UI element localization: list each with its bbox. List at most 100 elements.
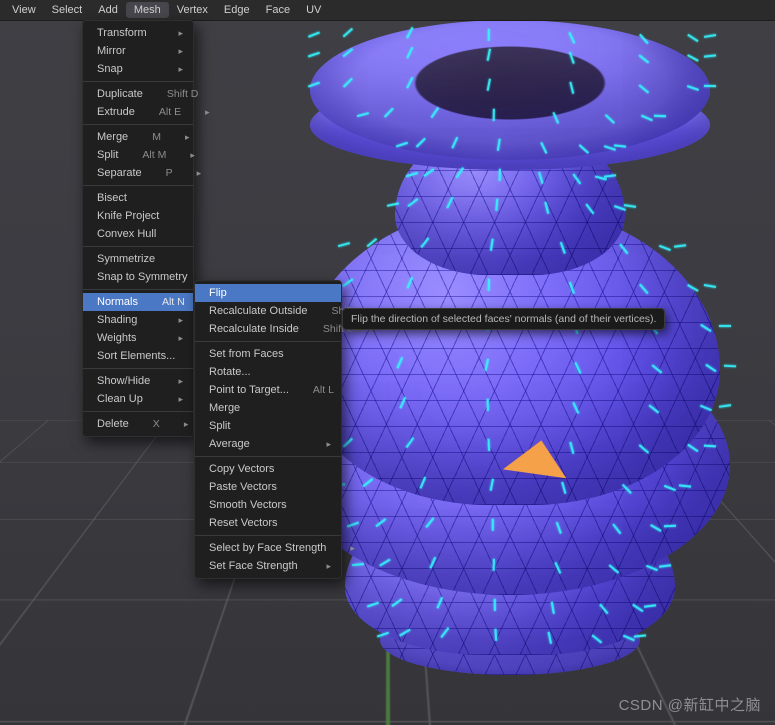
menu-item-face[interactable]: Face bbox=[258, 2, 298, 18]
normal-hair bbox=[701, 324, 712, 332]
normal-hair bbox=[431, 108, 439, 119]
menu-item-edge[interactable]: Edge bbox=[216, 2, 258, 18]
normals-menu-average[interactable]: Average▸ bbox=[195, 435, 341, 453]
menu-label: Knife Project bbox=[97, 210, 159, 222]
normals-menu-separator bbox=[195, 341, 341, 342]
mesh-menu-separate[interactable]: SeparateP▸ bbox=[83, 164, 193, 182]
mesh-menu-sort-elements[interactable]: Sort Elements...▸ bbox=[83, 347, 193, 365]
normal-hair bbox=[704, 284, 716, 288]
mesh-menu-knife-project[interactable]: Knife Project bbox=[83, 207, 193, 225]
menu-label: Smooth Vectors bbox=[209, 499, 287, 511]
menu-label: Paste Vectors bbox=[209, 481, 277, 493]
normals-menu-reset-vectors[interactable]: Reset Vectors bbox=[195, 514, 341, 532]
normals-menu-merge[interactable]: Merge bbox=[195, 399, 341, 417]
normal-hair bbox=[664, 485, 676, 491]
chevron-right-icon: ▸ bbox=[154, 394, 183, 405]
menu-item-vertex[interactable]: Vertex bbox=[169, 2, 216, 18]
mesh-menu-separator bbox=[83, 368, 193, 369]
mesh-menu-merge[interactable]: MergeM▸ bbox=[83, 128, 193, 146]
chevron-right-icon: ▸ bbox=[154, 46, 183, 57]
mesh-menu-separator bbox=[83, 411, 193, 412]
mesh-menu-symmetrize[interactable]: Symmetrize bbox=[83, 250, 193, 268]
normal-hair bbox=[674, 244, 686, 247]
normal-hair bbox=[491, 239, 494, 251]
menu-mesh: Transform▸Mirror▸Snap▸DuplicateShift DEx… bbox=[82, 20, 194, 437]
normal-hair bbox=[488, 29, 490, 41]
menu-item-add[interactable]: Add bbox=[90, 2, 126, 18]
normal-hair bbox=[579, 144, 589, 153]
normal-hair bbox=[573, 402, 580, 414]
normal-hair bbox=[654, 115, 666, 117]
menu-label: Extrude bbox=[97, 106, 135, 118]
mesh-menu-extrude[interactable]: ExtrudeAlt E▸ bbox=[83, 103, 193, 121]
menu-label: Bisect bbox=[97, 192, 127, 204]
normal-hair bbox=[541, 142, 548, 153]
menu-label: Flip bbox=[209, 287, 227, 299]
menu-label: Split bbox=[97, 149, 118, 161]
normals-menu-set-face-strength[interactable]: Set Face Strength▸ bbox=[195, 557, 341, 575]
mesh-menu-clean-up[interactable]: Clean Up▸ bbox=[83, 390, 193, 408]
normal-hair bbox=[639, 444, 649, 453]
normal-hair bbox=[704, 34, 716, 37]
mesh-menu-mirror[interactable]: Mirror▸ bbox=[83, 42, 193, 60]
normals-menu-select-by-face-strength[interactable]: Select by Face Strength▸ bbox=[195, 539, 341, 557]
submenu-normals: Flip Recalculate OutsideShift NRecalculat… bbox=[194, 280, 342, 579]
normal-hair bbox=[308, 52, 320, 57]
normals-menu-smooth-vectors[interactable]: Smooth Vectors bbox=[195, 496, 341, 514]
mesh-menu-separator bbox=[83, 289, 193, 290]
normals-menu-recalculate-outside[interactable]: Recalculate OutsideShift N bbox=[195, 302, 341, 320]
normal-hair bbox=[397, 357, 403, 369]
mesh-menu-separator bbox=[83, 185, 193, 186]
normal-hair bbox=[399, 397, 405, 409]
mesh-menu-split[interactable]: SplitAlt M▸ bbox=[83, 146, 193, 164]
normal-hair bbox=[569, 52, 574, 64]
normals-menu-split[interactable]: Split bbox=[195, 417, 341, 435]
mesh-menu-shading[interactable]: Shading▸ bbox=[83, 311, 193, 329]
mesh-menu-separator bbox=[83, 81, 193, 82]
normals-menu-copy-vectors[interactable]: Copy Vectors bbox=[195, 460, 341, 478]
normal-hair bbox=[497, 139, 500, 151]
menu-label: Rotate... bbox=[209, 366, 251, 378]
normal-hair bbox=[639, 54, 649, 63]
mesh-menu-snap[interactable]: Snap▸ bbox=[83, 60, 193, 78]
normal-hair bbox=[595, 176, 607, 181]
normal-hair bbox=[406, 28, 413, 39]
normals-menu-set-from-faces[interactable]: Set from Faces bbox=[195, 345, 341, 363]
chevron-right-icon: ▸ bbox=[154, 333, 183, 344]
normal-hair bbox=[407, 47, 414, 59]
mesh-menu-delete[interactable]: DeleteX▸ bbox=[83, 415, 193, 433]
tooltip-flip: Flip the direction of selected faces' no… bbox=[342, 308, 665, 330]
mesh-menu-convex-hull[interactable]: Convex Hull bbox=[83, 225, 193, 243]
normals-menu-paste-vectors[interactable]: Paste Vectors bbox=[195, 478, 341, 496]
mesh-menu-bisect[interactable]: Bisect bbox=[83, 189, 193, 207]
mesh-menu-weights[interactable]: Weights ▸ bbox=[83, 329, 193, 347]
normals-menu-recalculate-inside[interactable]: Recalculate InsideShift Ctrl N bbox=[195, 320, 341, 338]
menu-label: Weights bbox=[97, 332, 137, 344]
mesh-menu-transform[interactable]: Transform▸ bbox=[83, 24, 193, 42]
menu-label: Merge bbox=[209, 402, 240, 414]
mesh-menu-snap-to-symmetry[interactable]: Snap to Symmetry bbox=[83, 268, 193, 286]
normal-hair bbox=[704, 54, 716, 57]
menu-item-select[interactable]: Select bbox=[44, 2, 91, 18]
normal-hair bbox=[343, 279, 354, 287]
menu-label: Shading bbox=[97, 314, 137, 326]
normals-menu-rotate[interactable]: Rotate... bbox=[195, 363, 341, 381]
menu-label: Select by Face Strength bbox=[209, 542, 326, 554]
mesh-menu-show-hide[interactable]: Show/Hide▸ bbox=[83, 372, 193, 390]
normal-hair bbox=[639, 284, 648, 294]
normal-hair bbox=[545, 202, 549, 214]
watermark: CSDN @新缸中之脑 bbox=[619, 694, 761, 715]
mesh-menu-duplicate[interactable]: DuplicateShift D bbox=[83, 85, 193, 103]
normals-menu-point-to-target[interactable]: Point to Target...Alt L bbox=[195, 381, 341, 399]
shortcut-label: Alt L bbox=[289, 384, 334, 396]
normal-hair bbox=[452, 137, 458, 149]
normals-menu-flip[interactable]: Flip bbox=[195, 284, 341, 302]
normal-hair bbox=[367, 238, 377, 247]
menu-label: Snap to Symmetry bbox=[97, 271, 187, 283]
mesh-menu-normals[interactable]: NormalsAlt N▸ bbox=[83, 293, 193, 311]
menu-item-mesh[interactable]: Mesh bbox=[126, 2, 169, 18]
normal-hair bbox=[343, 78, 353, 88]
menu-item-view[interactable]: View bbox=[4, 2, 44, 18]
normal-hair bbox=[664, 525, 676, 527]
menu-item-uv[interactable]: UV bbox=[298, 2, 329, 18]
